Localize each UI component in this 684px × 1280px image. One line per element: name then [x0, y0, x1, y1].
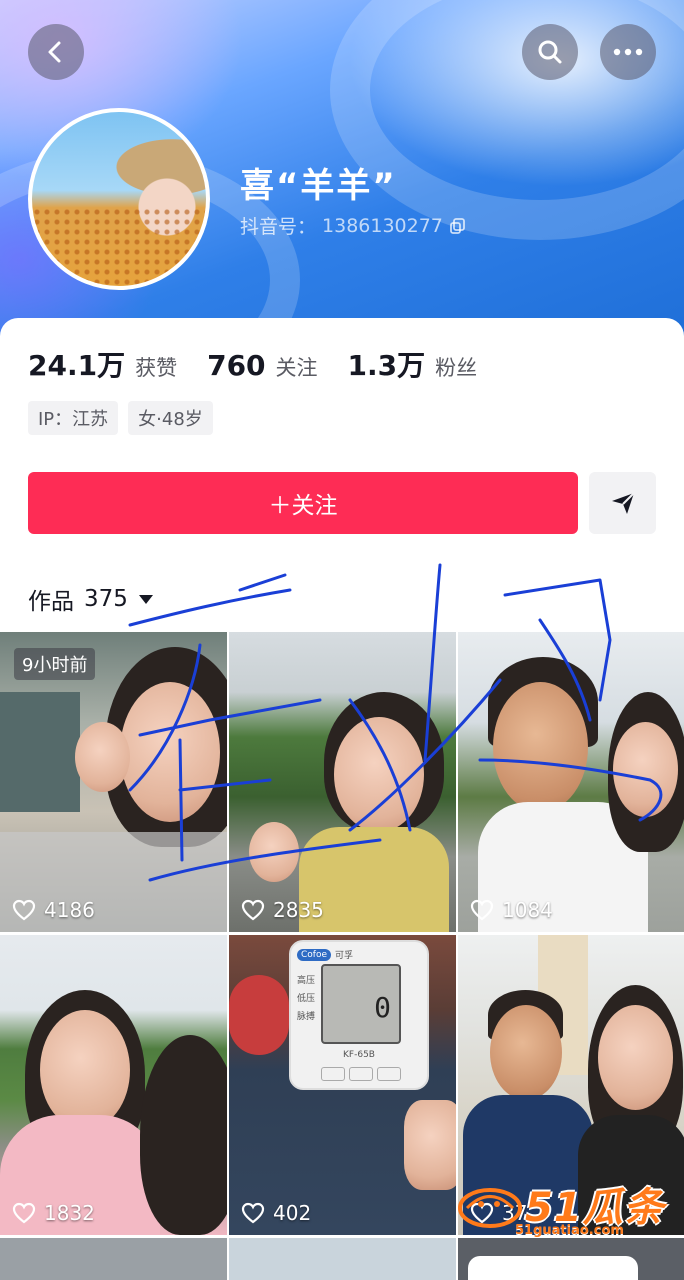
video-item[interactable]: 2835	[229, 632, 456, 932]
send-message-button[interactable]	[589, 472, 656, 534]
douyin-id-value: 1386130277	[322, 214, 443, 237]
stat-followers-value: 1.3万	[347, 349, 426, 382]
monitor-label-systolic: 高压	[297, 976, 316, 986]
profile-stats: 24.1万 获赞 760 关注 1.3万 粉丝	[28, 344, 507, 384]
monitor-brand: Cofoe 可孚	[297, 948, 353, 961]
monitor-labels: 高压 低压 脉搏	[297, 972, 315, 1026]
child-face	[75, 722, 130, 792]
like-count: 402	[241, 1201, 311, 1225]
search-button[interactable]	[522, 24, 578, 80]
search-icon	[538, 40, 562, 64]
back-button[interactable]	[28, 24, 84, 80]
time-badge: 9小时前	[14, 648, 96, 680]
profile-tags: IP：江苏 女·48岁	[28, 401, 213, 435]
video-item[interactable]	[229, 1238, 456, 1280]
monitor-model: KF-65B	[343, 1050, 375, 1060]
blood-pressure-monitor: Cofoe 可孚 高压 低压 脉搏 0 KF-65B	[289, 940, 429, 1090]
tag-ip: IP：江苏	[28, 401, 119, 435]
heart-icon	[470, 899, 494, 921]
monitor-button	[321, 1067, 345, 1081]
stat-likes-label: 获赞	[135, 356, 178, 380]
bg-object	[229, 975, 289, 1055]
overlay-card	[468, 1256, 638, 1280]
avatar-pattern	[32, 207, 206, 286]
person-face	[490, 1005, 562, 1100]
stat-followers[interactable]: 1.3万 粉丝	[348, 344, 478, 384]
video-item[interactable]: Cofoe 可孚 高压 低压 脉搏 0 KF-65B 402	[229, 935, 456, 1235]
monitor-screen: 0	[321, 964, 401, 1044]
works-tab[interactable]: 作品 375	[28, 582, 154, 616]
stat-following-value: 760	[207, 349, 266, 382]
video-item[interactable]: 1084	[458, 632, 684, 932]
follow-button-label: ＋关注	[268, 493, 338, 519]
stat-likes-value: 24.1万	[28, 349, 126, 382]
like-count: 1832	[12, 1201, 95, 1225]
monitor-button	[349, 1067, 373, 1081]
person-face	[120, 682, 220, 822]
like-count-value: 2835	[273, 898, 324, 922]
heart-icon	[241, 899, 265, 921]
heart-icon	[12, 899, 36, 921]
person-face	[493, 682, 588, 812]
works-label: 作品	[28, 589, 74, 615]
monitor-label-pulse: 脉搏	[297, 1012, 316, 1022]
heart-icon	[241, 1202, 265, 1224]
like-count-value: 1832	[44, 1201, 95, 1225]
send-icon	[611, 492, 635, 514]
more-button[interactable]	[600, 24, 656, 80]
monitor-label-diastolic: 低压	[297, 994, 316, 1004]
monitor-brand-en: Cofoe	[297, 948, 332, 961]
person2-face	[598, 1005, 673, 1110]
stat-likes: 24.1万 获赞	[28, 344, 177, 384]
monitor-button	[377, 1067, 401, 1081]
douyin-id-label: 抖音号：	[240, 216, 317, 238]
bystander-face	[249, 822, 299, 882]
person2-hair	[140, 1035, 227, 1235]
like-count: 2835	[241, 898, 324, 922]
person-face	[334, 717, 424, 832]
heart-icon	[12, 1202, 36, 1224]
like-count: 1084	[470, 898, 553, 922]
copy-icon[interactable]	[449, 217, 467, 235]
more-dots-icon	[613, 48, 643, 56]
tag-gender-age: 女·48岁	[128, 401, 213, 435]
avatar[interactable]	[28, 108, 210, 290]
douyin-id[interactable]: 抖音号： 1386130277	[240, 212, 467, 239]
watermark-logo: 51瓜条 51guatiao.com	[455, 1175, 670, 1245]
monitor-brand-cn: 可孚	[335, 951, 354, 961]
watermark-url: 51guatiao.com	[515, 1223, 624, 1238]
back-arrow-icon	[48, 41, 61, 63]
follow-button[interactable]: ＋关注	[28, 472, 578, 534]
caret-down-icon	[138, 595, 153, 604]
person-face	[40, 1010, 130, 1130]
stat-followers-label: 粉丝	[435, 356, 478, 380]
person2-face	[613, 722, 678, 817]
works-count: 375	[84, 586, 128, 612]
video-item[interactable]: 9小时前 4186	[0, 632, 227, 932]
stat-following[interactable]: 760 关注	[207, 349, 317, 382]
like-count: 4186	[12, 898, 95, 922]
profile-name: 喜“羊羊”	[240, 166, 397, 206]
video-item[interactable]: 1832	[0, 935, 227, 1235]
video-item[interactable]	[0, 1238, 227, 1280]
like-count-value: 1084	[502, 898, 553, 922]
monitor-buttons	[321, 1067, 401, 1081]
hand	[404, 1100, 456, 1190]
like-count-value: 4186	[44, 898, 95, 922]
stat-following-label: 关注	[275, 356, 318, 380]
bg-window	[0, 692, 80, 812]
monitor-reading: 0	[374, 991, 391, 1024]
like-count-value: 402	[273, 1201, 312, 1225]
